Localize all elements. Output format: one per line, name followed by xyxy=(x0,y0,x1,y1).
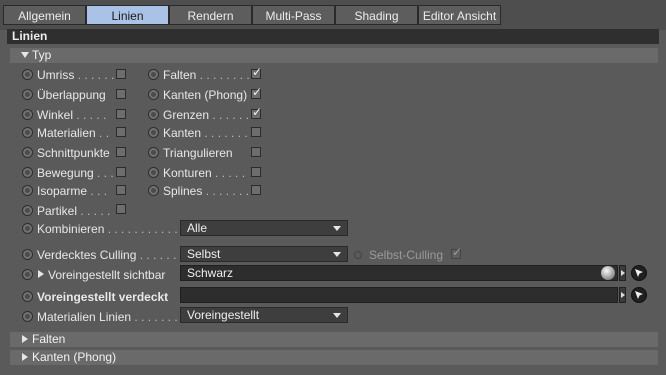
radio-schnittpunkte[interactable] xyxy=(22,147,33,158)
chevron-down-icon xyxy=(333,226,341,231)
shader-sphere-icon xyxy=(601,266,615,280)
group-falten-label: Falten xyxy=(32,332,66,346)
tab-editor-ansicht[interactable]: Editor Ansicht xyxy=(418,5,501,25)
checkbox-splines[interactable] xyxy=(251,185,261,195)
group-falten-header[interactable]: Falten xyxy=(10,332,658,347)
voreingestellt-sichtbar-field[interactable]: Schwarz xyxy=(180,265,618,281)
radio-umriss[interactable] xyxy=(22,69,33,80)
checkbox-isoparme[interactable] xyxy=(116,185,126,195)
label-ueberlappung: Überlappung xyxy=(37,88,106,102)
label-kombinieren: Kombinieren . . . . . . . . . . . . . xyxy=(37,222,192,236)
label-verdecktes-culling: Verdecktes Culling . . . . . . xyxy=(37,248,177,262)
section-title: Linien xyxy=(7,29,659,44)
arrow-pick-icon xyxy=(635,291,643,299)
materialien-linien-value: Voreingestellt xyxy=(187,308,260,322)
checkbox-winkel[interactable] xyxy=(116,109,126,119)
group-typ-label: Typ xyxy=(32,48,52,62)
checkbox-partikel[interactable] xyxy=(116,204,126,214)
culling-value: Selbst xyxy=(187,247,221,261)
label-kanten-phong: Kanten (Phong) xyxy=(163,88,248,102)
radio-grenzen[interactable] xyxy=(148,109,159,120)
radio-voreingestellt-verdeckt[interactable] xyxy=(22,291,33,302)
checkbox-materialien[interactable] xyxy=(116,127,126,137)
label-voreingestellt-verdeckt: Voreingestellt verdeckt xyxy=(37,290,169,304)
radio-kombinieren[interactable] xyxy=(22,223,33,234)
voreingestellt-sichtbar-value: Schwarz xyxy=(187,266,234,280)
checkbox-bewegung[interactable] xyxy=(116,167,126,177)
checkbox-grenzen[interactable] xyxy=(251,105,262,119)
radio-partikel[interactable] xyxy=(22,205,33,216)
triangle-right-icon xyxy=(22,353,28,361)
radio-materialien-linien[interactable] xyxy=(22,311,33,322)
tab-allgemein[interactable]: Allgemein xyxy=(3,5,86,25)
culling-dropdown[interactable]: Selbst xyxy=(180,246,348,262)
triangle-right-icon xyxy=(22,335,28,343)
radio-bewegung[interactable] xyxy=(22,167,33,178)
label-splines: Splines . . . . . . . xyxy=(163,184,250,198)
triangle-right-icon[interactable] xyxy=(38,270,44,278)
kombinieren-value: Alle xyxy=(187,221,208,235)
radio-kanten[interactable] xyxy=(148,127,159,138)
group-kanten-phong-label: Kanten (Phong) xyxy=(32,350,117,364)
radio-triangulieren[interactable] xyxy=(148,147,159,158)
radio-konturen[interactable] xyxy=(148,167,159,178)
checkbox-kanten-phong[interactable] xyxy=(251,85,262,99)
checkbox-kanten[interactable] xyxy=(251,127,261,137)
radio-splines[interactable] xyxy=(148,185,159,196)
radio-selbst-culling[interactable] xyxy=(354,251,362,259)
voreingestellt-verdeckt-field[interactable] xyxy=(180,287,618,303)
label-selbst-culling: Selbst-Culling xyxy=(369,248,444,262)
tab-linien[interactable]: Linien xyxy=(86,5,169,25)
radio-voreingestellt-sichtbar[interactable] xyxy=(22,269,33,280)
radio-verdecktes-culling[interactable] xyxy=(22,249,33,260)
label-triangulieren: Triangulieren xyxy=(163,146,233,160)
radio-materialien[interactable] xyxy=(22,127,33,138)
label-konturen: Konturen . . . . . xyxy=(163,166,246,180)
label-partikel: Partikel . . . . . xyxy=(37,204,111,218)
chevron-down-icon xyxy=(333,313,341,318)
group-typ-header[interactable]: Typ xyxy=(10,48,658,63)
radio-ueberlappung[interactable] xyxy=(22,89,33,100)
kombinieren-dropdown[interactable]: Alle xyxy=(180,220,348,236)
tab-shading[interactable]: Shading xyxy=(335,5,418,25)
checkbox-triangulieren[interactable] xyxy=(251,147,261,157)
label-grenzen: Grenzen . . . . . . xyxy=(163,108,250,122)
checkbox-selbst-culling[interactable] xyxy=(451,245,462,259)
label-kanten: Kanten . . . . . . . xyxy=(163,126,248,140)
label-winkel: Winkel . . . . . xyxy=(37,108,107,122)
tab-rendern[interactable]: Rendern xyxy=(169,5,252,25)
label-materialien-linien: Materialien Linien . . . . . . . . xyxy=(37,310,185,324)
verdeckt-pick-button[interactable] xyxy=(631,287,647,303)
checkbox-ueberlappung[interactable] xyxy=(116,89,126,99)
label-bewegung: Bewegung . . . xyxy=(37,166,114,180)
group-kanten-phong-header[interactable]: Kanten (Phong) xyxy=(10,350,658,365)
radio-kanten-phong[interactable] xyxy=(148,89,159,100)
radio-falten[interactable] xyxy=(148,69,159,80)
radio-winkel[interactable] xyxy=(22,109,33,120)
checkbox-schnittpunkte[interactable] xyxy=(116,147,126,157)
label-umriss: Umriss . . . . . . xyxy=(37,68,115,82)
tab-bar: Allgemein Linien Rendern Multi-Pass Shad… xyxy=(0,0,666,30)
materialien-linien-dropdown[interactable]: Voreingestellt xyxy=(180,307,348,323)
radio-isoparme[interactable] xyxy=(22,185,33,196)
triangle-down-icon xyxy=(21,52,29,58)
sichtbar-pick-button[interactable] xyxy=(631,265,647,281)
label-isoparme: Isoparme . . . xyxy=(37,184,108,198)
verdeckt-menu-button[interactable] xyxy=(619,287,626,303)
checkbox-falten[interactable] xyxy=(251,65,262,79)
tab-multi-pass[interactable]: Multi-Pass xyxy=(252,5,335,25)
sichtbar-menu-button[interactable] xyxy=(619,265,626,281)
arrow-pick-icon xyxy=(635,269,643,277)
label-voreingestellt-sichtbar: Voreingestellt sichtbar xyxy=(48,268,166,282)
label-schnittpunkte: Schnittpunkte xyxy=(37,146,110,160)
checkbox-konturen[interactable] xyxy=(251,167,261,177)
chevron-down-icon xyxy=(333,252,341,257)
label-materialien: Materialien . . xyxy=(37,126,110,140)
checkbox-umriss[interactable] xyxy=(116,69,126,79)
label-falten: Falten . . . . . . . . xyxy=(163,68,250,82)
